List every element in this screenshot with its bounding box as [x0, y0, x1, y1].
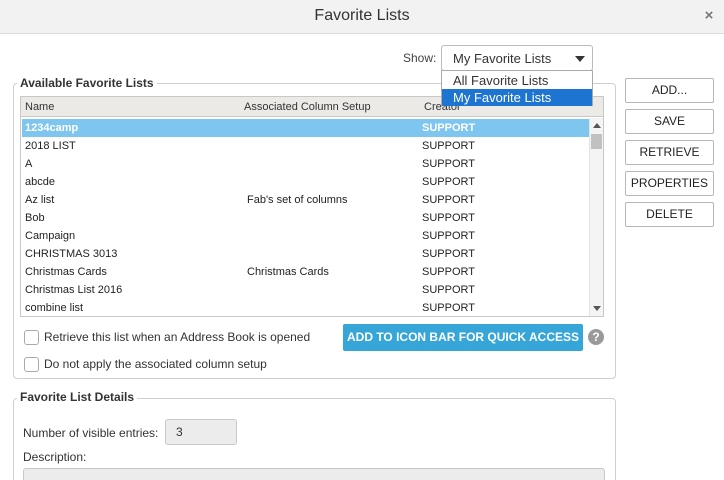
- window-title: Favorite Lists: [314, 7, 410, 24]
- row-creator: SUPPORT: [422, 158, 475, 170]
- show-label: Show:: [403, 51, 437, 65]
- table-row[interactable]: 1234camp SUPPORT: [22, 119, 589, 137]
- show-option-mine[interactable]: My Favorite Lists: [442, 89, 592, 106]
- chevron-down-icon: [575, 56, 585, 62]
- row-name: Christmas List 2016: [25, 284, 123, 296]
- no-apply-column-setup-label: Do not apply the associated column setup: [44, 357, 267, 371]
- title-bar: Favorite Lists ×: [0, 0, 724, 34]
- table-row[interactable]: 2018 LIST SUPPORT: [22, 137, 589, 155]
- table-scrollbar[interactable]: [589, 118, 603, 316]
- properties-button[interactable]: PROPERTIES: [625, 171, 714, 196]
- table-row[interactable]: CHRISTMAS 3013 SUPPORT: [22, 245, 589, 263]
- row-creator: SUPPORT: [422, 122, 476, 134]
- favorite-lists-table: Name Associated Column Setup Creator 123…: [20, 96, 604, 317]
- scroll-up-icon[interactable]: [593, 123, 601, 128]
- column-header-name[interactable]: Name: [25, 101, 54, 113]
- table-row[interactable]: Az list Fab's set of columns SUPPORT: [22, 191, 589, 209]
- row-creator: SUPPORT: [422, 176, 475, 188]
- row-name: A: [25, 158, 33, 170]
- description-label: Description:: [23, 450, 87, 464]
- close-icon[interactable]: ×: [702, 8, 716, 23]
- column-header-setup[interactable]: Associated Column Setup: [244, 101, 371, 113]
- row-setup: Fab's set of columns: [247, 194, 348, 206]
- visible-entries-field[interactable]: 3: [165, 419, 237, 445]
- table-row[interactable]: Campaign SUPPORT: [22, 227, 589, 245]
- row-creator: SUPPORT: [422, 140, 475, 152]
- row-name: CHRISTMAS 3013: [25, 248, 118, 260]
- row-name: Az list: [25, 194, 55, 206]
- table-row[interactable]: Bob SUPPORT: [22, 209, 589, 227]
- row-name: 1234camp: [25, 122, 79, 134]
- add-to-icon-bar-button[interactable]: ADD TO ICON BAR FOR QUICK ACCESS: [343, 324, 583, 351]
- description-field[interactable]: [23, 468, 605, 480]
- scrollbar-thumb[interactable]: [591, 134, 602, 149]
- show-select-value: My Favorite Lists: [453, 51, 552, 66]
- row-creator: SUPPORT: [422, 248, 475, 260]
- row-creator: SUPPORT: [422, 284, 475, 296]
- scroll-down-icon[interactable]: [593, 306, 601, 311]
- table-row[interactable]: A SUPPORT: [22, 155, 589, 173]
- row-creator: SUPPORT: [422, 302, 475, 314]
- row-setup: Christmas Cards: [247, 266, 329, 278]
- row-name: Campaign: [25, 230, 76, 242]
- no-apply-column-setup-checkbox[interactable]: [24, 357, 39, 372]
- row-name: Christmas Cards: [25, 266, 107, 278]
- save-button[interactable]: SAVE: [625, 109, 714, 134]
- row-creator: SUPPORT: [422, 230, 475, 242]
- retrieve-on-open-label: Retrieve this list when an Address Book …: [44, 330, 311, 344]
- add-button[interactable]: ADD...: [625, 78, 714, 103]
- row-creator: SUPPORT: [422, 194, 475, 206]
- table-row[interactable]: combine list SUPPORT: [22, 299, 589, 316]
- show-option-all[interactable]: All Favorite Lists: [442, 72, 592, 89]
- row-name: abcde: [25, 176, 55, 188]
- delete-button[interactable]: DELETE: [625, 202, 714, 227]
- row-name: combine list: [25, 302, 84, 314]
- available-lists-legend: Available Favorite Lists: [17, 76, 157, 90]
- row-creator: SUPPORT: [422, 212, 475, 224]
- show-dropdown-menu: All Favorite Lists My Favorite Lists: [441, 70, 593, 106]
- help-icon[interactable]: ?: [588, 329, 604, 345]
- table-row[interactable]: abcde SUPPORT: [22, 173, 589, 191]
- row-creator: SUPPORT: [422, 266, 475, 278]
- row-name: 2018 LIST: [25, 140, 76, 152]
- table-row[interactable]: Christmas Cards Christmas Cards SUPPORT: [22, 263, 589, 281]
- retrieve-button[interactable]: RETRIEVE: [625, 140, 714, 165]
- row-name: Bob: [25, 212, 45, 224]
- retrieve-on-open-checkbox[interactable]: [24, 330, 39, 345]
- table-row[interactable]: Christmas List 2016 SUPPORT: [22, 281, 589, 299]
- details-legend: Favorite List Details: [17, 390, 138, 404]
- show-select[interactable]: My Favorite Lists: [441, 45, 593, 71]
- visible-entries-label: Number of visible entries:: [23, 426, 159, 440]
